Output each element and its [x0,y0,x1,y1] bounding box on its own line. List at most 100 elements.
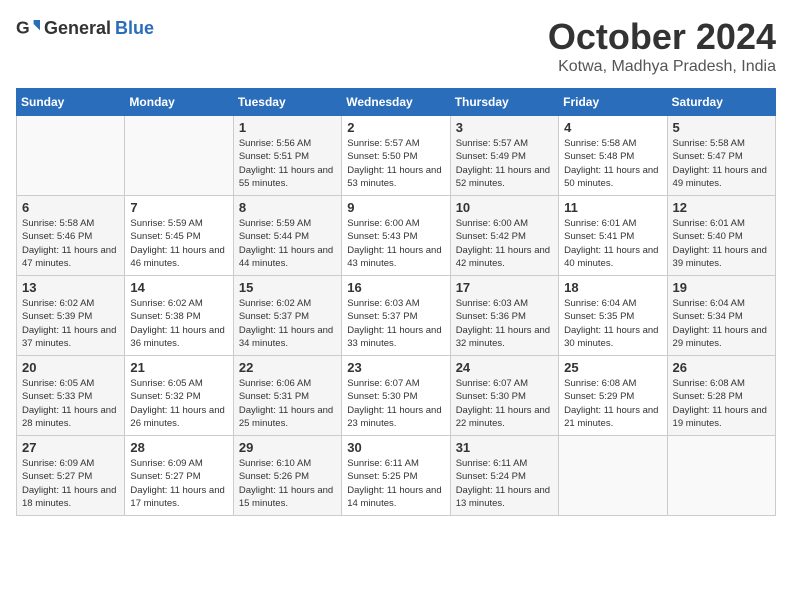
day-info: Sunrise: 6:06 AMSunset: 5:31 PMDaylight:… [239,377,336,430]
calendar-cell [559,436,667,516]
calendar-week-row: 6Sunrise: 5:58 AMSunset: 5:46 PMDaylight… [17,196,776,276]
calendar-cell: 30 Sunrise: 6:11 AMSunset: 5:25 PMDayligh… [342,436,450,516]
day-info: Sunrise: 5:56 AMSunset: 5:51 PMDaylight:… [239,137,336,190]
day-number: 29 [239,440,336,455]
calendar-week-row: 1 Sunrise: 5:56 AMSunset: 5:51 PMDaylight… [17,116,776,196]
calendar-cell: 14 Sunrise: 6:02 AMSunset: 5:38 PMDayligh… [125,276,233,356]
day-info: Sunrise: 6:10 AMSunset: 5:26 PMDaylight:… [239,457,336,510]
day-number: 16 [347,280,444,295]
day-number: 12 [673,200,770,215]
generalblue-logo-icon: G [16,16,40,40]
day-number: 14 [130,280,227,295]
month-title: October 2024 [548,16,776,58]
column-header-saturday: Saturday [667,89,775,116]
calendar-cell [667,436,775,516]
calendar-cell: 19Sunrise: 6:04 AMSunset: 5:34 PMDayligh… [667,276,775,356]
column-header-monday: Monday [125,89,233,116]
day-number: 2 [347,120,444,135]
title-area: October 2024 Kotwa, Madhya Pradesh, Indi… [548,16,776,76]
day-number: 6 [22,200,119,215]
column-header-friday: Friday [559,89,667,116]
day-info: Sunrise: 6:00 AMSunset: 5:42 PMDaylight:… [456,217,553,270]
logo-blue-text: Blue [115,18,154,39]
calendar-cell: 17 Sunrise: 6:03 AMSunset: 5:36 PMDayligh… [450,276,558,356]
day-number: 25 [564,360,661,375]
column-header-sunday: Sunday [17,89,125,116]
day-number: 9 [347,200,444,215]
day-info: Sunrise: 5:58 AMSunset: 5:48 PMDaylight:… [564,137,661,190]
day-info: Sunrise: 6:05 AMSunset: 5:33 PMDaylight:… [22,377,119,430]
day-info: Sunrise: 5:57 AMSunset: 5:49 PMDaylight:… [456,137,553,190]
calendar-cell: 18 Sunrise: 6:04 AMSunset: 5:35 PMDayligh… [559,276,667,356]
column-header-tuesday: Tuesday [233,89,341,116]
day-info: Sunrise: 6:03 AMSunset: 5:37 PMDaylight:… [347,297,444,350]
day-number: 7 [130,200,227,215]
day-info: Sunrise: 5:59 AMSunset: 5:45 PMDaylight:… [130,217,227,270]
day-info: Sunrise: 6:05 AMSunset: 5:32 PMDaylight:… [130,377,227,430]
calendar-cell: 20 Sunrise: 6:05 AMSunset: 5:33 PMDayligh… [17,356,125,436]
day-info: Sunrise: 5:59 AMSunset: 5:44 PMDaylight:… [239,217,336,270]
calendar-cell: 2 Sunrise: 5:57 AMSunset: 5:50 PMDaylight… [342,116,450,196]
day-number: 21 [130,360,227,375]
day-number: 3 [456,120,553,135]
day-number: 11 [564,200,661,215]
day-number: 8 [239,200,336,215]
calendar-cell: 13Sunrise: 6:02 AMSunset: 5:39 PMDayligh… [17,276,125,356]
day-number: 10 [456,200,553,215]
day-info: Sunrise: 6:04 AMSunset: 5:35 PMDaylight:… [564,297,661,350]
day-number: 27 [22,440,119,455]
day-number: 26 [673,360,770,375]
day-info: Sunrise: 6:02 AMSunset: 5:37 PMDaylight:… [239,297,336,350]
day-number: 5 [673,120,770,135]
calendar-cell: 5 Sunrise: 5:58 AMSunset: 5:47 PMDaylight… [667,116,775,196]
calendar-cell: 24 Sunrise: 6:07 AMSunset: 5:30 PMDayligh… [450,356,558,436]
calendar-cell: 12 Sunrise: 6:01 AMSunset: 5:40 PMDayligh… [667,196,775,276]
day-number: 13 [22,280,119,295]
day-info: Sunrise: 6:04 AMSunset: 5:34 PMDaylight:… [673,297,770,350]
page-header: G GeneralBlue October 2024 Kotwa, Madhya… [16,16,776,76]
day-info: Sunrise: 6:01 AMSunset: 5:40 PMDaylight:… [673,217,770,270]
column-header-wednesday: Wednesday [342,89,450,116]
day-info: Sunrise: 6:07 AMSunset: 5:30 PMDaylight:… [456,377,553,430]
calendar-cell: 25Sunrise: 6:08 AMSunset: 5:29 PMDayligh… [559,356,667,436]
calendar-cell: 9Sunrise: 6:00 AMSunset: 5:43 PMDaylight… [342,196,450,276]
day-info: Sunrise: 5:57 AMSunset: 5:50 PMDaylight:… [347,137,444,190]
day-info: Sunrise: 6:11 AMSunset: 5:25 PMDaylight:… [347,457,444,510]
svg-text:G: G [16,18,30,38]
calendar-week-row: 13Sunrise: 6:02 AMSunset: 5:39 PMDayligh… [17,276,776,356]
day-number: 22 [239,360,336,375]
day-number: 1 [239,120,336,135]
calendar-cell: 15Sunrise: 6:02 AMSunset: 5:37 PMDayligh… [233,276,341,356]
day-info: Sunrise: 6:09 AMSunset: 5:27 PMDaylight:… [22,457,119,510]
calendar-week-row: 27 Sunrise: 6:09 AMSunset: 5:27 PMDayligh… [17,436,776,516]
calendar-table: SundayMondayTuesdayWednesdayThursdayFrid… [16,88,776,516]
calendar-cell [17,116,125,196]
calendar-cell: 23Sunrise: 6:07 AMSunset: 5:30 PMDayligh… [342,356,450,436]
day-info: Sunrise: 6:03 AMSunset: 5:36 PMDaylight:… [456,297,553,350]
calendar-cell: 21 Sunrise: 6:05 AMSunset: 5:32 PMDayligh… [125,356,233,436]
calendar-cell: 26 Sunrise: 6:08 AMSunset: 5:28 PMDayligh… [667,356,775,436]
day-info: Sunrise: 6:01 AMSunset: 5:41 PMDaylight:… [564,217,661,270]
day-info: Sunrise: 6:02 AMSunset: 5:38 PMDaylight:… [130,297,227,350]
calendar-cell: 4 Sunrise: 5:58 AMSunset: 5:48 PMDaylight… [559,116,667,196]
calendar-week-row: 20 Sunrise: 6:05 AMSunset: 5:33 PMDayligh… [17,356,776,436]
day-number: 28 [130,440,227,455]
location-title: Kotwa, Madhya Pradesh, India [548,58,776,76]
day-info: Sunrise: 6:08 AMSunset: 5:28 PMDaylight:… [673,377,770,430]
day-number: 23 [347,360,444,375]
column-header-thursday: Thursday [450,89,558,116]
day-number: 17 [456,280,553,295]
day-number: 18 [564,280,661,295]
day-info: Sunrise: 5:58 AMSunset: 5:47 PMDaylight:… [673,137,770,190]
day-number: 30 [347,440,444,455]
calendar-cell: 3 Sunrise: 5:57 AMSunset: 5:49 PMDaylight… [450,116,558,196]
day-number: 20 [22,360,119,375]
calendar-cell: 28 Sunrise: 6:09 AMSunset: 5:27 PMDayligh… [125,436,233,516]
day-number: 24 [456,360,553,375]
calendar-cell: 27 Sunrise: 6:09 AMSunset: 5:27 PMDayligh… [17,436,125,516]
day-number: 4 [564,120,661,135]
calendar-header-row: SundayMondayTuesdayWednesdayThursdayFrid… [17,89,776,116]
logo-general-text: General [44,18,111,39]
day-number: 31 [456,440,553,455]
day-info: Sunrise: 6:09 AMSunset: 5:27 PMDaylight:… [130,457,227,510]
